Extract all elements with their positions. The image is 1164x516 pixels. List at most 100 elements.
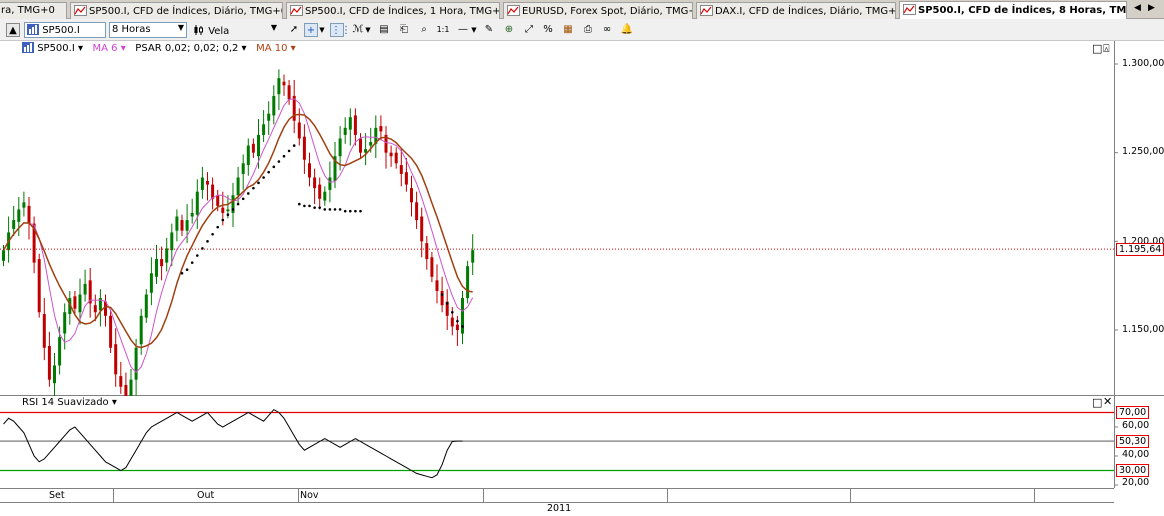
tab-label: SP500.I, CFD de Índices, 8 Horas, TMG+0 (918, 5, 1127, 16)
tab-bar: ra, TMG+0 SP500.I, CFD de Índices, Diári… (0, 0, 1164, 19)
candlestick-icon (194, 25, 203, 35)
candle-body (420, 216, 424, 242)
psar-dot (445, 302, 449, 305)
chart-tab-active[interactable]: SP500.I, CFD de Índices, 8 Horas, TMG+0× (899, 1, 1127, 19)
symbol-value: SP500.I (42, 25, 80, 36)
psar-dot (226, 213, 230, 217)
rsi-chart[interactable] (0, 396, 1164, 488)
cursor-icon[interactable]: ➚ (287, 23, 301, 37)
print-icon[interactable]: ⎙ (581, 23, 595, 37)
collapse-up-icon[interactable]: ▲ (6, 23, 20, 37)
object-list-icon[interactable]: ▤ (377, 23, 391, 37)
dropdown-arrow-icon[interactable]: ▼ (364, 23, 372, 37)
candle-body (323, 191, 327, 201)
candle-body (139, 315, 143, 345)
price-tick-label: 1.300,00 (1122, 58, 1164, 69)
psar-dot (211, 232, 214, 236)
candle-body (155, 259, 158, 277)
candle-body (180, 220, 184, 231)
psar-dot (313, 206, 316, 209)
chart-tab-0[interactable]: ra, TMG+0 (0, 2, 67, 19)
chart-tab-1[interactable]: SP500.I, CFD de Índices, Diário, TMG+0 (70, 2, 283, 19)
candle-body (206, 181, 209, 185)
tab-scroll-right-icon[interactable]: ▶ (1148, 3, 1155, 17)
line-icon[interactable]: — (456, 23, 470, 37)
candle-body (236, 177, 240, 196)
rsi-lower-label: 30,00 (1116, 464, 1150, 477)
symbol-selector[interactable]: SP500.I (24, 22, 106, 38)
psar-dot (303, 204, 306, 208)
candle-body (257, 134, 260, 157)
tab-scroll-left-icon[interactable]: ◀ (1134, 3, 1141, 17)
psar-dot (318, 206, 322, 209)
tab-label: DAX.I, CFD de Índices, Diário, TMG+0 (715, 6, 896, 17)
percent-icon[interactable]: % (541, 23, 555, 37)
rsi-tick-label: 20,00 (1122, 477, 1150, 488)
psar-dot (257, 181, 260, 185)
psar-dot (282, 154, 286, 158)
psar-dot (236, 202, 240, 206)
candle-body (58, 337, 62, 366)
candle-body (114, 344, 118, 375)
candle-body (17, 209, 21, 222)
candle-body (262, 124, 266, 135)
psar-dot (333, 208, 337, 211)
one-to-one-icon[interactable]: 1:1 (436, 23, 450, 37)
candle-body (246, 145, 250, 166)
chart-tab-2[interactable]: SP500.I, CFD de Índices, 1 Hora, TMG+0 (286, 2, 500, 19)
candle-body (93, 305, 97, 313)
chart-tab-3[interactable]: EURUSD, Forex Spot, Diário, TMG+0 (503, 2, 693, 19)
candle-body (73, 296, 77, 309)
candle-body (216, 195, 220, 206)
candle-body (379, 126, 383, 132)
candle-body (129, 379, 133, 396)
candle-body (226, 209, 230, 212)
zoom-icon[interactable]: ⌕ (417, 23, 431, 37)
price-chart[interactable] (0, 41, 1164, 396)
psar-dot (277, 160, 281, 163)
psar-dot (247, 192, 250, 195)
candle-body (119, 376, 123, 387)
psar-dot (252, 186, 255, 190)
candle-body (455, 324, 459, 330)
candle-body (450, 317, 454, 327)
psar-dot (262, 176, 265, 179)
crosshair-icon[interactable]: + (304, 23, 318, 37)
candle-body (22, 202, 26, 208)
candle-body (359, 138, 362, 153)
candle-body (461, 298, 464, 334)
candle-body (328, 177, 332, 190)
chart-type-select[interactable]: Vela ▼ (190, 22, 280, 38)
candle-body (83, 283, 87, 295)
tab-label: EURUSD, Forex Spot, Diário, TMG+0 (522, 6, 693, 17)
tab-label: ra, TMG+0 (1, 5, 55, 16)
trade-icon[interactable]: ⊕ (502, 23, 516, 37)
candle-body (109, 315, 113, 348)
template-icon[interactable]: ▦ (561, 23, 575, 37)
chart-tab-4[interactable]: DAX.I, CFD de Índices, Diário, TMG+0 (696, 2, 896, 19)
dropdown-arrow-icon[interactable]: ▼ (470, 23, 478, 37)
link-icon[interactable]: ∞ (600, 23, 614, 37)
chart-type-value: Vela (208, 26, 230, 37)
psar-dot (440, 293, 444, 296)
candle-body (471, 250, 475, 263)
grid-icon[interactable]: ⋮⋮ (330, 23, 351, 37)
timeframe-select[interactable]: 8 Horas ▼ (109, 22, 187, 38)
candle-body (144, 294, 148, 318)
chart-icon (507, 5, 520, 16)
psar-dot (272, 165, 276, 169)
candle-body (302, 136, 306, 160)
period-separator-icon[interactable]: ⎗ (397, 23, 411, 37)
candle-body (165, 248, 169, 263)
chart-toolbar: ▲ SP500.I 8 Horas ▼ Vela ▼ ➚ + ▼ ⋮⋮ ℳ ▼ … (0, 19, 1164, 41)
candle-body (348, 117, 352, 130)
candle-body (160, 259, 164, 267)
indicator-icon[interactable]: ℳ (351, 23, 365, 37)
candle-body (27, 205, 31, 224)
candle-body (53, 365, 56, 384)
dropdown-arrow-icon[interactable]: ▼ (318, 23, 326, 37)
pencil-icon[interactable]: ✎ (482, 23, 496, 37)
alert-icon[interactable]: 🔔 (620, 23, 634, 37)
candle-body (42, 314, 46, 348)
scale-icon[interactable]: ⤢ (522, 23, 536, 37)
